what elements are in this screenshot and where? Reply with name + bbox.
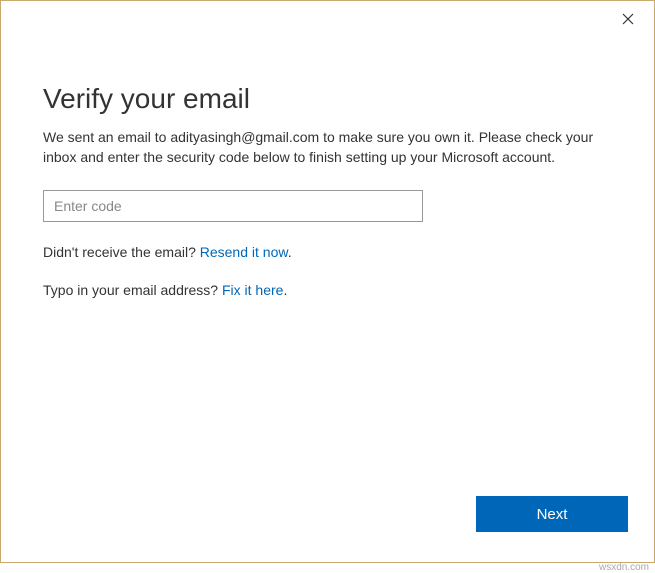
resend-prefix: Didn't receive the email? bbox=[43, 244, 200, 260]
resend-link[interactable]: Resend it now bbox=[200, 244, 288, 260]
next-button[interactable]: Next bbox=[476, 496, 628, 532]
page-title: Verify your email bbox=[43, 83, 612, 115]
code-input[interactable] bbox=[43, 190, 423, 222]
description-text: We sent an email to adityasingh@gmail.co… bbox=[43, 127, 612, 168]
verify-email-dialog: Verify your email We sent an email to ad… bbox=[0, 0, 655, 563]
resend-line: Didn't receive the email? Resend it now. bbox=[43, 244, 612, 260]
watermark-text: wsxdn.com bbox=[599, 562, 649, 573]
typo-suffix: . bbox=[283, 282, 287, 298]
dialog-content: Verify your email We sent an email to ad… bbox=[1, 1, 654, 298]
resend-suffix: . bbox=[288, 244, 292, 260]
fix-link[interactable]: Fix it here bbox=[222, 282, 283, 298]
close-icon bbox=[622, 12, 634, 30]
typo-prefix: Typo in your email address? bbox=[43, 282, 222, 298]
typo-line: Typo in your email address? Fix it here. bbox=[43, 282, 612, 298]
close-button[interactable] bbox=[616, 9, 640, 33]
